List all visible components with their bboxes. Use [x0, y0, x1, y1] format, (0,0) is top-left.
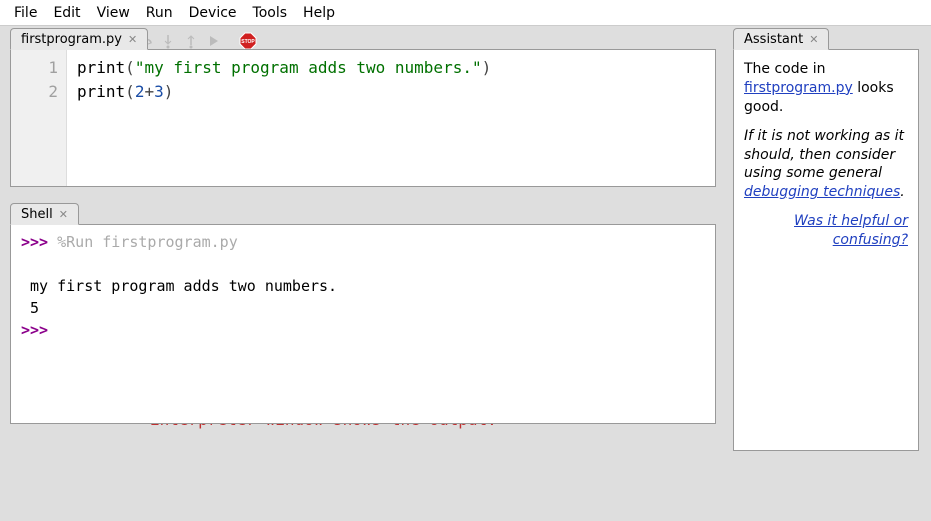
shell-output-line: 5	[30, 299, 39, 317]
editor-tab[interactable]: firstprogram.py ✕	[10, 28, 148, 50]
editor-tab-label: firstprogram.py	[21, 32, 122, 47]
assistant-text: .	[900, 184, 904, 200]
assistant-feedback-link[interactable]: Was it helpful or confusing?	[744, 212, 908, 250]
shell-tab[interactable]: Shell ✕	[10, 203, 79, 225]
code-area[interactable]: print("my first program adds two numbers…	[67, 50, 501, 186]
shell-prompt: >>>	[21, 233, 48, 251]
menu-device[interactable]: Device	[181, 2, 245, 24]
shell-tab-label: Shell	[21, 207, 53, 222]
menu-edit[interactable]: Edit	[45, 2, 88, 24]
menu-file[interactable]: File	[6, 2, 45, 24]
line-gutter: 12	[11, 50, 67, 186]
assistant-panel: The code in firstprogram.py looks good. …	[733, 49, 919, 451]
menu-tools[interactable]: Tools	[245, 2, 296, 24]
close-icon[interactable]: ✕	[59, 208, 68, 221]
assistant-text: If it is not working as it should, then …	[744, 128, 904, 182]
menu-bar: File Edit View Run Device Tools Help	[0, 0, 931, 26]
menu-run[interactable]: Run	[138, 2, 181, 24]
shell-run-command: %Run firstprogram.py	[57, 233, 238, 251]
assistant-tab[interactable]: Assistant ✕	[733, 28, 829, 50]
assistant-text: The code in	[744, 61, 825, 77]
shell-output-line: my first program adds two numbers.	[30, 277, 337, 295]
close-icon[interactable]: ✕	[128, 33, 137, 46]
close-icon[interactable]: ✕	[809, 33, 818, 46]
assistant-tab-label: Assistant	[744, 32, 803, 47]
editor-panel[interactable]: 12 print("my first program adds two numb…	[10, 49, 716, 187]
assistant-debug-link[interactable]: debugging techniques	[744, 184, 900, 200]
shell-panel[interactable]: >>> %Run firstprogram.py my first progra…	[10, 224, 716, 424]
menu-view[interactable]: View	[89, 2, 138, 24]
shell-prompt: >>>	[21, 321, 48, 339]
menu-help[interactable]: Help	[295, 2, 343, 24]
assistant-file-link[interactable]: firstprogram.py	[744, 80, 853, 96]
